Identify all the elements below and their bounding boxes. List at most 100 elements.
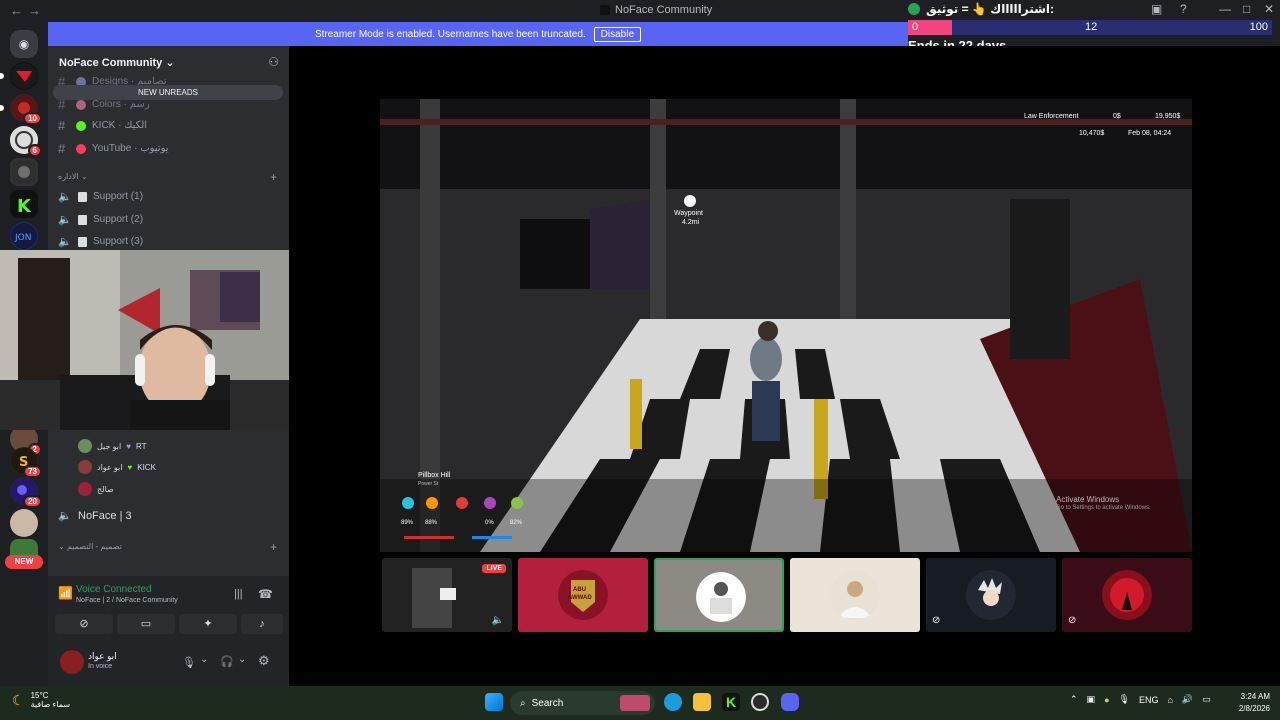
maximize-icon[interactable]: □ <box>1243 2 1250 16</box>
chevron-down-icon[interactable]: ⌄ <box>200 654 208 665</box>
file-explorer-icon[interactable] <box>693 693 711 711</box>
microphone-icon[interactable]: 🎙 <box>1119 694 1130 705</box>
soundboard-button[interactable]: ♪ <box>241 614 283 634</box>
noise-suppression-icon[interactable]: ||| <box>234 588 243 600</box>
back-arrow-icon[interactable]: ← <box>10 3 23 18</box>
kick-app-icon[interactable]: K <box>722 693 740 711</box>
category-admin[interactable]: الاداره ⌄ <box>58 172 88 181</box>
discord-home-icon[interactable]: ◉ <box>10 30 38 58</box>
participant-tile-speaking[interactable] <box>654 558 784 632</box>
forward-arrow-icon[interactable]: → <box>28 3 41 18</box>
headphones-icon[interactable]: 🎧 <box>220 655 234 668</box>
channel-emoji-icon <box>76 143 86 154</box>
participant-tile-live[interactable]: LIVE 🔈 <box>382 558 512 632</box>
server-icon[interactable]: 10 <box>0 94 42 125</box>
channel-emoji-icon <box>76 99 86 110</box>
poll-mid-value: 12 <box>1085 21 1098 33</box>
avatar[interactable] <box>60 650 84 674</box>
tray-app-icon[interactable]: ▣ <box>1087 694 1096 705</box>
channel-emoji-icon <box>76 120 86 131</box>
hud-location: Pillbox Hill <box>418 472 451 479</box>
voice-user[interactable]: ابو عواد♥KICK ☺ <box>78 460 306 474</box>
network-icon[interactable]: ⌂ <box>1167 695 1172 705</box>
server-icon[interactable]: 6 <box>10 126 42 157</box>
voice-channel-support-3[interactable]: 🔈 Support (3) <box>58 235 143 248</box>
clock-date: 2/8/2026 <box>1238 704 1270 713</box>
game-stream-view[interactable]: Law Enforcement 0$ 19,950$ 10,470$ Feb 0… <box>380 99 1192 552</box>
tile-logo-text: ABU <box>573 587 586 593</box>
server-logo-icon <box>11 63 37 89</box>
clock-time: 3:24 AM <box>1240 692 1270 701</box>
avatar <box>78 439 92 453</box>
server-icon[interactable] <box>10 158 38 186</box>
obs-icon[interactable] <box>751 693 769 711</box>
edge-browser-icon[interactable] <box>664 693 682 711</box>
hud-dirty-money: 10,470$ <box>1079 130 1105 137</box>
poll-end-value: 100 <box>1249 21 1268 33</box>
inbox-icon[interactable]: ▣ <box>1151 2 1162 16</box>
voice-user[interactable]: صالح 🎧 <box>78 482 306 496</box>
weather-widget[interactable]: ☾ 15°C سماء صافية <box>12 691 70 709</box>
voice-channel-path[interactable]: NoFace | 2 / NoFace Community <box>76 597 178 604</box>
battery-icon[interactable]: ▭ <box>1202 694 1211 705</box>
heart-icon: ♥ <box>126 441 131 451</box>
disable-button[interactable]: Disable <box>593 26 642 42</box>
server-icon[interactable]: S 73 <box>10 447 42 478</box>
activate-windows-title: Activate Windows <box>1056 495 1120 504</box>
discord-app-icon[interactable] <box>781 693 799 711</box>
video-off-button[interactable]: ⊘ <box>55 614 113 634</box>
channel-youtube[interactable]: # YouTube · يوتيوب <box>58 141 169 156</box>
user-name[interactable]: ابو عواد <box>88 651 117 662</box>
disconnect-icon[interactable]: ☎ <box>258 587 273 601</box>
avatar <box>78 482 92 496</box>
settings-gear-icon[interactable]: ⚙ <box>258 653 270 669</box>
minimize-icon[interactable]: — <box>1219 2 1231 16</box>
volume-icon[interactable]: 🔊 <box>1182 694 1193 705</box>
search-icon: ⌕ <box>520 697 526 709</box>
participant-tile[interactable]: ⊘ <box>926 558 1056 632</box>
volume-icon[interactable]: 🔈 <box>492 615 504 626</box>
hud-cash: 0$ <box>1113 113 1121 120</box>
server-icon[interactable]: JON <box>10 222 38 250</box>
new-unreads-pill[interactable]: NEW UNREADS <box>53 85 283 100</box>
nvidia-icon[interactable]: ● <box>1104 695 1109 705</box>
activities-button[interactable]: ✦ <box>179 614 237 634</box>
voice-channel-support-1[interactable]: 🔈 Support (1) <box>58 190 143 203</box>
user-area: ابو عواد In voice 🎙 ⌄ 🎧 ⌄ ⚙ <box>48 642 289 686</box>
chevron-down-icon[interactable]: ⌄ <box>238 654 246 665</box>
close-icon[interactable]: ✕ <box>1264 2 1274 16</box>
participant-tile[interactable]: ⊘ <box>1062 558 1192 632</box>
add-channel-icon[interactable]: + <box>270 540 277 554</box>
voice-channel-noface-3[interactable]: 🔈 NoFace | 3 <box>58 509 132 523</box>
chevron-up-icon[interactable]: ⌃ <box>1070 694 1078 705</box>
windows-start-icon[interactable] <box>485 693 503 711</box>
kick-server-icon[interactable]: K <box>10 190 38 218</box>
participant-tile[interactable] <box>790 558 920 632</box>
add-channel-icon[interactable]: + <box>270 170 277 184</box>
streamer-mode-banner: Streamer Mode is enabled. Usernames have… <box>48 22 908 46</box>
category-design[interactable]: ⌄ تصميم - التصميم <box>58 542 122 551</box>
waypoint-label: Waypoint <box>674 210 703 217</box>
server-icon[interactable] <box>10 509 38 537</box>
hash-icon: # <box>58 118 66 133</box>
taskbar-search[interactable]: ⌕ Search <box>510 691 655 715</box>
avatar <box>78 460 92 474</box>
participant-tile[interactable]: ABU AWWAD <box>518 558 648 632</box>
hud-location-sub: Power St <box>418 481 439 487</box>
microphone-icon[interactable]: 🎙 <box>182 656 196 669</box>
share-screen-button[interactable]: ▭ <box>117 614 175 634</box>
voice-channel-support-2[interactable]: 🔈 Support (2) <box>58 213 143 226</box>
new-badge[interactable]: NEW <box>5 555 43 569</box>
server-icon[interactable] <box>0 62 38 90</box>
invite-people-icon[interactable]: ⚇ <box>268 55 279 69</box>
channel-kick[interactable]: # KICK · الكيك <box>58 118 147 133</box>
weather-desc: سماء صافية <box>30 700 71 709</box>
language-indicator[interactable]: ENG <box>1139 695 1159 705</box>
video-off-icon: ⊘ <box>1068 615 1077 626</box>
server-icon[interactable]: 20 <box>10 477 42 508</box>
hud-bank: 19,950$ <box>1155 113 1181 120</box>
help-icon[interactable]: ? <box>1180 2 1187 16</box>
voice-connected-status[interactable]: Voice Connected <box>76 584 152 595</box>
taskbar-clock[interactable]: 3:24 AM 2/8/2026 <box>1239 691 1270 715</box>
voice-user[interactable]: ابو جبل♥RT 🎮 <box>78 439 306 453</box>
